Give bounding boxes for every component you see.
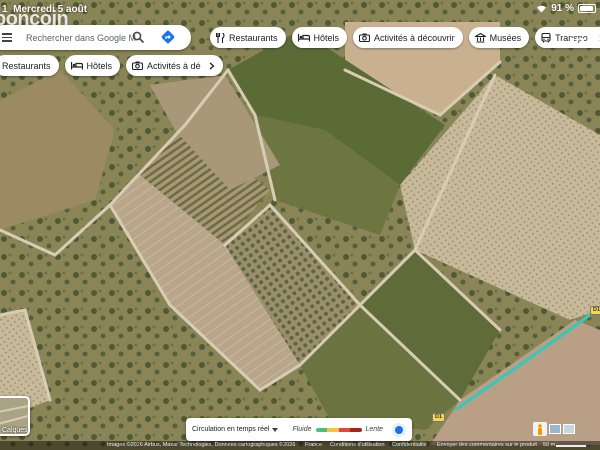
privacy-link[interactable]: Confidentialité — [392, 441, 427, 450]
country-link[interactable]: France — [305, 441, 322, 450]
directions-diamond-icon[interactable] — [160, 29, 176, 45]
battery-percent: 91 % — [551, 3, 574, 14]
imagery-credit: Images ©2026 Airbus, Maxar Technologies,… — [107, 442, 296, 448]
apps-grid-icon[interactable] — [571, 28, 584, 41]
chip-restaurants[interactable]: Restaurants — [0, 55, 59, 76]
road-label-d1: D1 — [432, 413, 446, 422]
chevron-down-icon — [272, 427, 279, 432]
legend-slow-label: Lente — [365, 426, 384, 433]
map-thumbnail[interactable] — [549, 424, 561, 434]
chip-activities[interactable]: Activités à dé — [126, 55, 223, 76]
chip-restaurants[interactable]: Restaurants — [210, 27, 286, 48]
pegman-icon[interactable] — [533, 422, 547, 436]
search-bar[interactable] — [0, 25, 191, 50]
category-chips-row: Restaurants Hôtels Activités à découvrir… — [210, 27, 600, 48]
chip-hotels[interactable]: Hôtels — [291, 27, 348, 48]
bus-icon — [541, 32, 551, 42]
hamburger-menu-icon[interactable] — [2, 33, 12, 42]
attribution-bar: Images ©2026 Airbus, Maxar Technologies,… — [0, 441, 600, 450]
magnifier-icon[interactable] — [132, 31, 144, 43]
chips-scroll-right-button[interactable] — [595, 31, 600, 44]
camera-icon — [132, 61, 144, 70]
chip-museums[interactable]: Musées — [468, 27, 530, 48]
traffic-title: Circulation en temps réel — [192, 426, 270, 433]
status-time: 1 Mercredi 5 août — [2, 4, 88, 15]
layers-label: Calques — [2, 427, 28, 434]
scale-label: 50 m — [543, 442, 556, 448]
legend-fast-label: Fluide — [292, 426, 312, 433]
chip-activities[interactable]: Activités à découvrir — [353, 27, 463, 48]
legend-color-segment — [338, 427, 351, 432]
traffic-toggle[interactable] — [392, 422, 406, 437]
map-view-controls — [533, 422, 575, 436]
chip-transport[interactable]: Transpo — [535, 27, 600, 48]
camera-icon — [359, 33, 371, 42]
feedback-link[interactable]: Envoyer des commentaires sur le produit — [437, 441, 537, 450]
legend-color-segment — [350, 427, 362, 432]
chevron-right-icon[interactable] — [209, 62, 215, 70]
legend-color-segment — [327, 427, 339, 432]
traffic-panel[interactable]: Circulation en temps réel Fluide Lente — [186, 418, 412, 441]
status-date: Mercredi 5 août — [13, 4, 88, 15]
traffic-dropdown[interactable]: Circulation en temps réel — [192, 426, 279, 433]
search-input[interactable] — [26, 32, 136, 43]
scale-bar — [556, 445, 586, 447]
wifi-icon — [537, 5, 547, 13]
bed-icon — [297, 34, 310, 42]
battery-icon — [578, 4, 596, 13]
traffic-legend: Fluide Lente — [292, 426, 383, 433]
terrain-thumbnail[interactable] — [563, 424, 575, 434]
traffic-legend-bar — [315, 427, 362, 432]
terms-link[interactable]: Conditions d'utilisation — [330, 441, 385, 450]
bed-icon — [70, 62, 83, 70]
road-label-d1: D1 — [590, 306, 600, 315]
category-chips-row-secondary: Restaurants Hôtels Activités à dé — [0, 55, 223, 76]
status-bar: 1 Mercredi 5 août 91 % — [0, 0, 600, 18]
chip-hotels[interactable]: Hôtels — [64, 55, 121, 76]
museum-icon — [474, 32, 486, 43]
fork-knife-icon — [216, 32, 225, 43]
legend-color-segment — [315, 427, 328, 432]
